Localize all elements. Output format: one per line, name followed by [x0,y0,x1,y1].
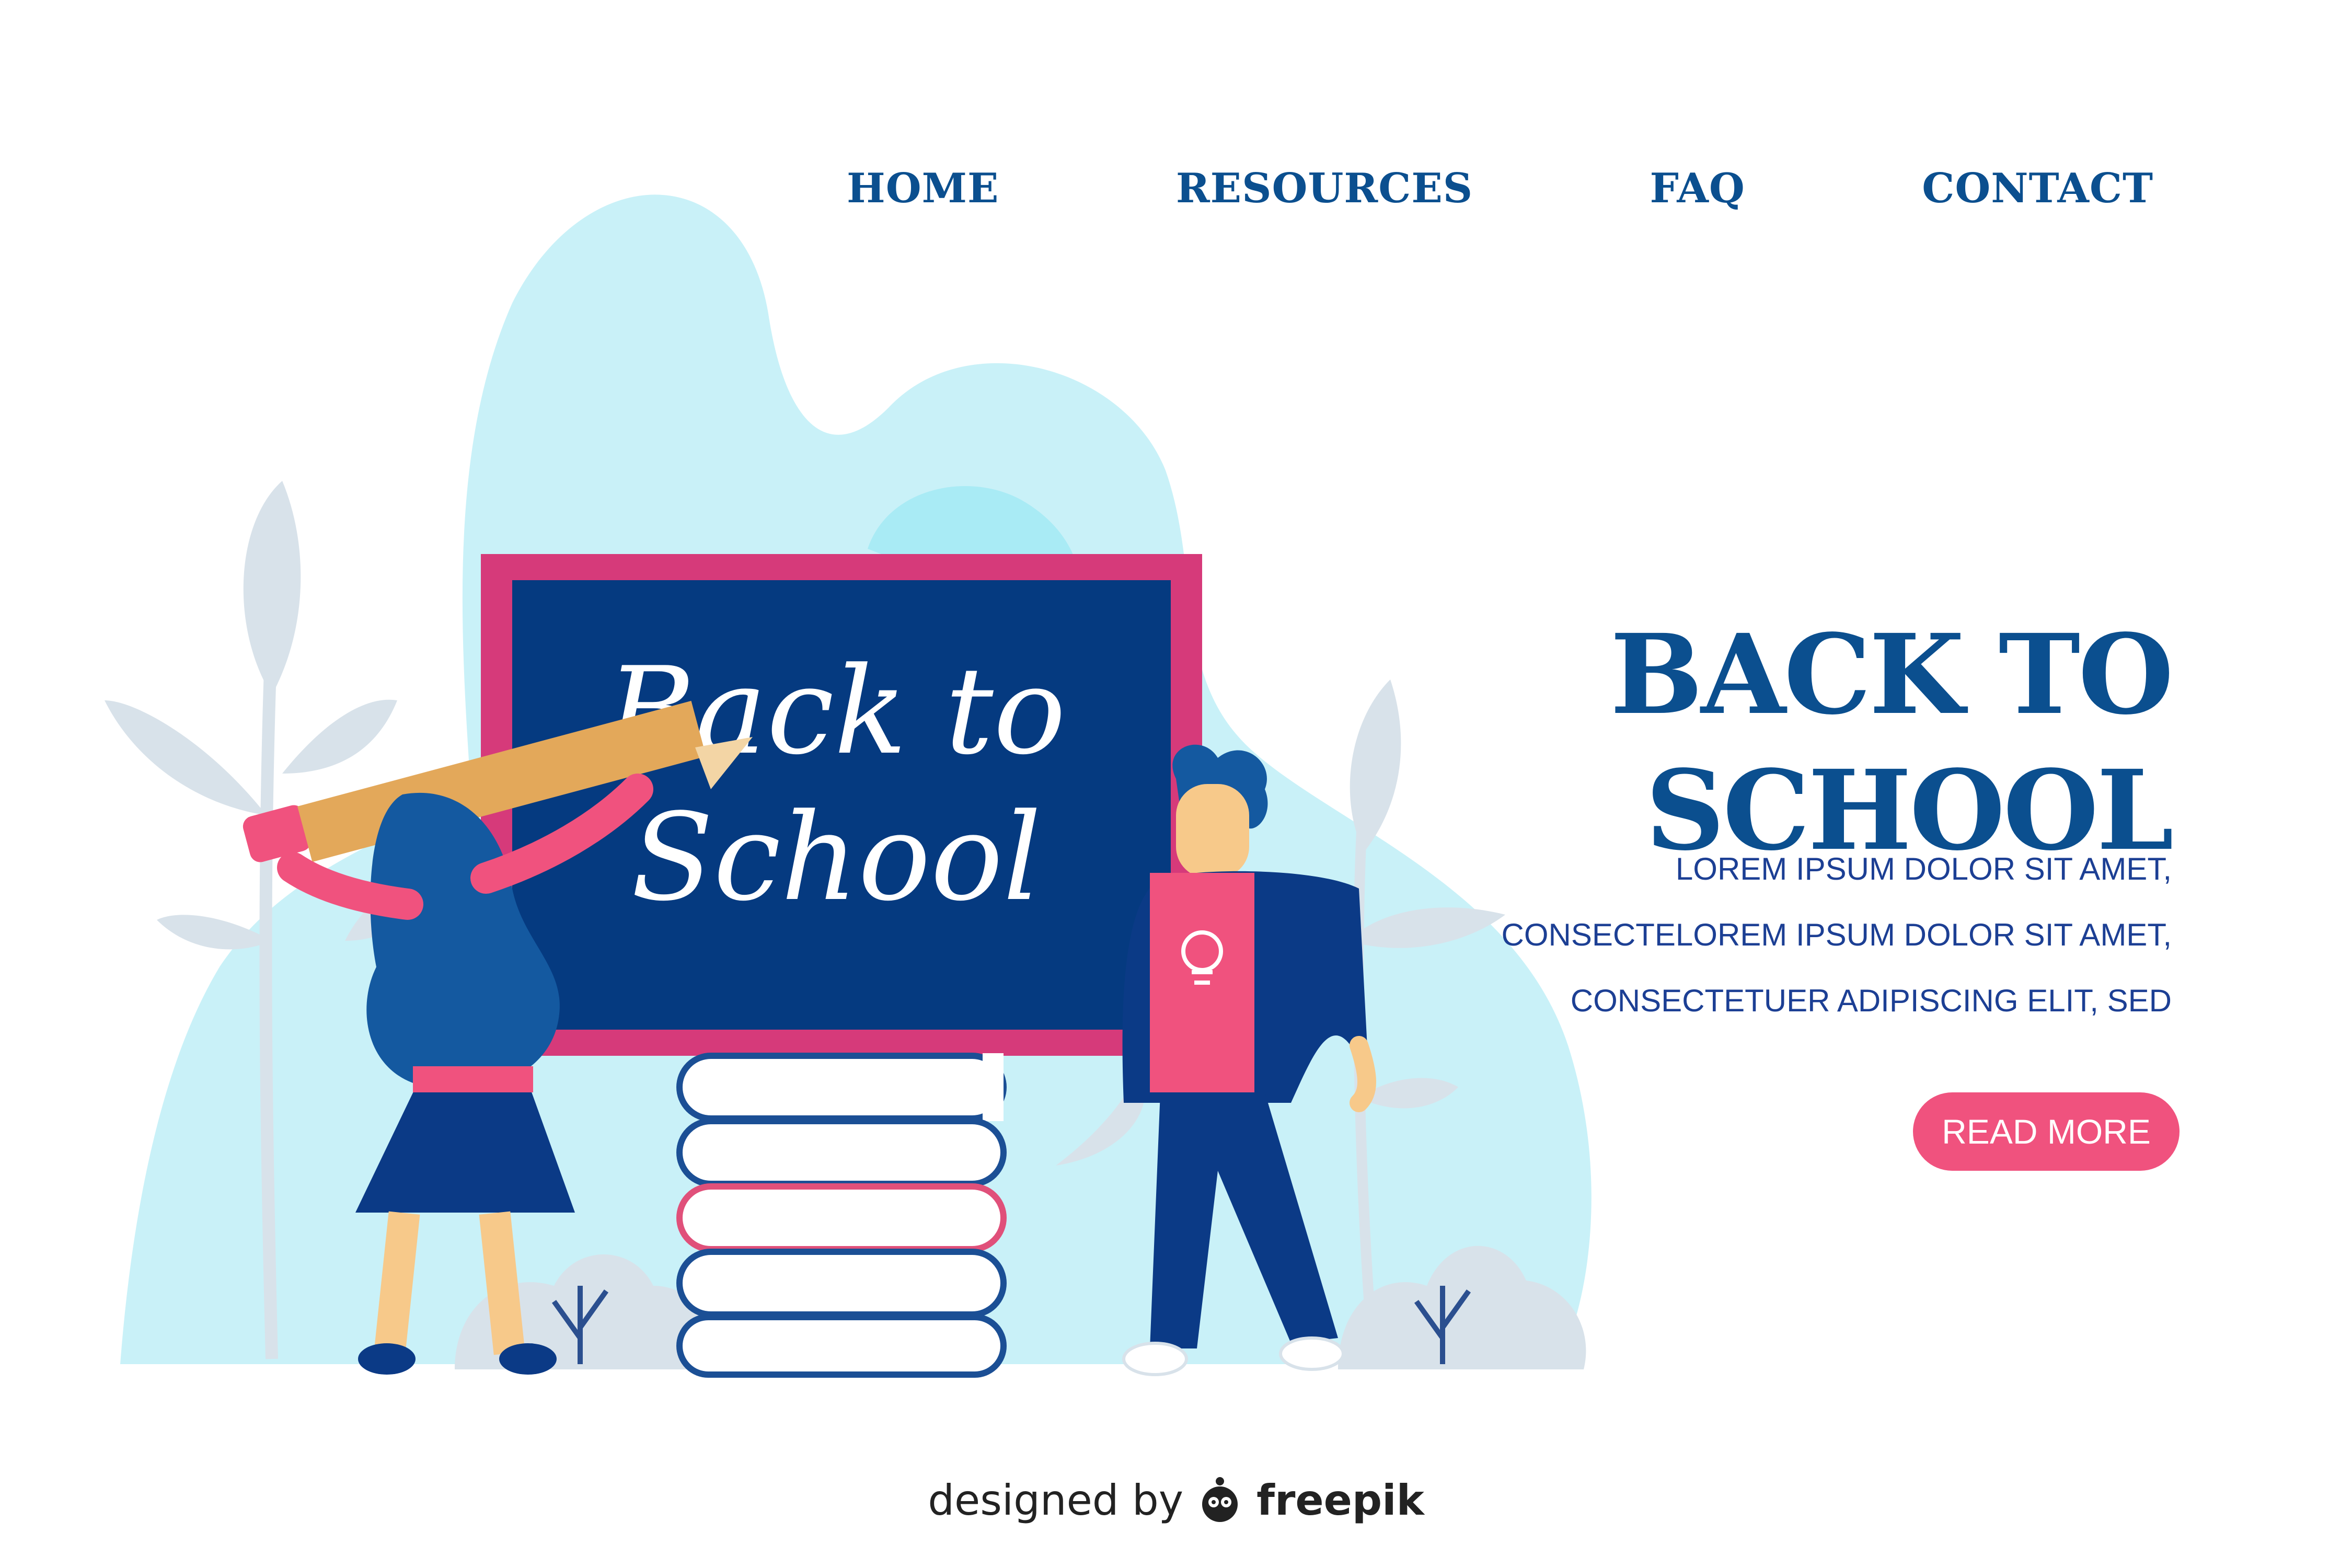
hero-body-line: LOREM IPSUM DOLOR SIT AMET, [1675,851,2172,886]
footer-prefix: designed by [928,1475,1184,1525]
chalkboard: Back to School [481,554,1202,1056]
footer-credit: designed by freepik [0,1474,2352,1526]
book-stack [676,1053,1007,1378]
book [676,1118,1007,1187]
book [676,1314,1007,1378]
freepik-logo-icon [1202,1477,1238,1522]
hero-body-line: CONSECTELOREM IPSUM DOLOR SIT AMET, [1501,917,2172,952]
book [676,1183,1007,1252]
footer-brand: freepik [1256,1475,1424,1525]
book [676,1053,1007,1122]
hero-body-text: LOREM IPSUM DOLOR SIT AMET, CONSECTELORE… [1388,836,2172,1034]
chalkboard-text-line2: School [631,788,1041,928]
hero-title-line1: BACK TO [1610,609,2174,739]
read-more-button[interactable]: READ MORE [1913,1092,2180,1171]
hero-body-line: CONSECTETUER ADIPISCING ELIT, SED [1570,983,2172,1018]
book [676,1249,1007,1318]
